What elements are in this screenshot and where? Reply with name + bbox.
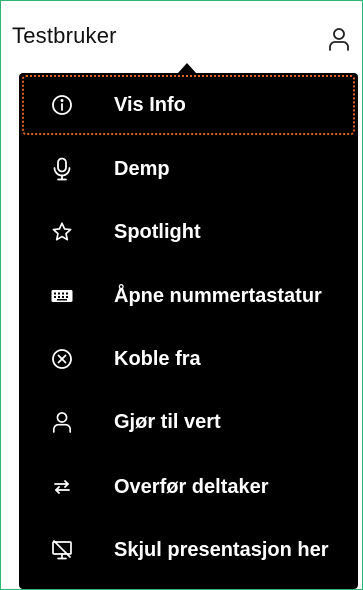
menu-item-gjor-til-vert[interactable]: Gjør til vert: [22, 392, 355, 452]
menu-item-demp[interactable]: Demp: [22, 139, 355, 199]
participant-name: Testbruker: [12, 23, 117, 48]
menu-item-apne-nummertastatur[interactable]: Åpne nummertastatur: [22, 266, 355, 326]
user-icon: [50, 410, 74, 434]
microphone-icon: [50, 157, 74, 181]
menu-item-label: Overfør deltaker: [114, 475, 269, 498]
menu-item-vis-info[interactable]: Vis Info: [22, 75, 355, 135]
participant-context-menu: Vis Info Demp Spotlight Åpne nummertasta…: [19, 73, 358, 589]
menu-item-koble-fra[interactable]: Koble fra: [22, 329, 355, 389]
menu-item-skjul-presentasjon-her[interactable]: Skjul presentasjon her: [22, 520, 355, 580]
menu-item-label: Vis Info: [114, 93, 186, 116]
menu-caret: [178, 63, 196, 73]
menu-item-label: Demp: [114, 157, 170, 180]
menu-item-label: Spotlight: [114, 220, 201, 243]
disconnect-icon: [50, 347, 74, 371]
keypad-icon: [50, 284, 74, 308]
star-icon: [50, 220, 74, 244]
menu-item-overfor-deltaker[interactable]: Overfør deltaker: [22, 457, 355, 517]
info-icon: [50, 93, 74, 117]
hide-presentation-icon: [50, 538, 74, 562]
participant-header: Testbruker: [9, 19, 352, 55]
menu-item-label: Åpne nummertastatur: [114, 284, 322, 307]
menu-item-label: Skjul presentasjon her: [114, 538, 329, 561]
menu-item-label: Gjør til vert: [114, 410, 221, 433]
user-icon[interactable]: [328, 27, 350, 51]
menu-item-spotlight[interactable]: Spotlight: [22, 202, 355, 262]
transfer-icon: [50, 475, 74, 499]
menu-item-label: Koble fra: [114, 347, 201, 370]
